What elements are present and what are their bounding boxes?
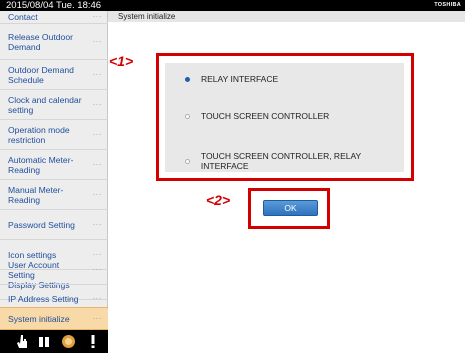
radio-selected-icon [185, 76, 190, 82]
sidebar-item-label: Release Outdoor Demand [8, 31, 73, 52]
option-touch-screen-controller[interactable]: TOUCH SCREEN CONTROLLER [185, 111, 329, 121]
sidebar-item-label: Automatic Meter-Reading [8, 154, 74, 175]
option-relay-interface[interactable]: RELAY INTERFACE [185, 74, 278, 84]
sidebar-item-contact[interactable]: Contact ··· [0, 11, 108, 24]
sidebar-item-clock-and-calendar[interactable]: Clock and calendar setting ··· [0, 90, 108, 120]
more-icon: ··· [92, 159, 102, 169]
radio-icon [185, 158, 190, 164]
sidebar-item-user-account-setting[interactable]: User Account Setting ··· [0, 255, 108, 285]
datetime: 2015/08/04 Tue. 18:46 [6, 0, 102, 11]
more-icon: ··· [92, 129, 102, 139]
more-icon: ··· [92, 313, 102, 323]
sidebar-item-password-setting[interactable]: Password Setting ··· [0, 210, 108, 240]
more-icon: ··· [92, 264, 102, 274]
brand-logo: TOSHIBA [434, 2, 461, 8]
sidebar-item-label: Outdoor Demand Schedule [8, 64, 74, 85]
sidebar-item-release-outdoor-demand[interactable]: Release Outdoor Demand ··· [0, 24, 108, 60]
alert-icon[interactable] [89, 334, 97, 349]
option-label: TOUCH SCREEN CONTROLLER, RELAY INTERFACE [200, 151, 362, 171]
sidebar-item-label: Clock and calendar setting [8, 94, 82, 115]
sidebar-item-label: IP Address Setting [8, 293, 79, 304]
sun-icon[interactable] [60, 334, 76, 349]
sidebar-item-manual-meter-reading[interactable]: Manual Meter-Reading ··· [0, 180, 108, 210]
ok-button[interactable]: OK [263, 200, 318, 216]
more-icon: ··· [92, 219, 102, 229]
more-icon: ··· [92, 69, 102, 79]
more-icon: ··· [92, 99, 102, 109]
callout-2: <2> [206, 192, 231, 208]
init-options-panel: RELAY INTERFACE TOUCH SCREEN CONTROLLER … [165, 63, 404, 172]
hand-pointer-icon[interactable] [16, 334, 28, 349]
status-bar: 2015/08/04 Tue. 18:46 TOSHIBA [0, 0, 465, 11]
sidebar-item-label: Manual Meter-Reading [8, 184, 64, 205]
more-icon: ··· [92, 189, 102, 199]
option-label: TOUCH SCREEN CONTROLLER [201, 111, 330, 121]
page-title-bar: System initialize [108, 11, 465, 22]
sidebar-item-system-initialize[interactable]: System initialize ··· [0, 307, 108, 330]
sidebar-item-label: System initialize [8, 313, 70, 324]
option-touch-screen-and-relay[interactable]: TOUCH SCREEN CONTROLLER, RELAY INTERFACE [185, 151, 404, 171]
sidebar-item-label: Contact [8, 12, 38, 22]
callout-1: <1> [109, 53, 134, 69]
sidebar-item-label: Password Setting [8, 219, 75, 230]
sidebar-item-label: Operation mode restriction [8, 124, 70, 145]
sidebar-item-outdoor-demand-schedule[interactable]: Outdoor Demand Schedule ··· [0, 60, 108, 90]
more-icon: ··· [92, 293, 102, 303]
option-label: RELAY INTERFACE [201, 74, 279, 84]
more-icon: ··· [92, 36, 102, 46]
book-icon[interactable] [38, 334, 50, 349]
bottom-toolbar [0, 330, 108, 353]
sidebar-item-automatic-meter-reading[interactable]: Automatic Meter-Reading ··· [0, 150, 108, 180]
more-icon: ··· [92, 12, 102, 21]
page-title: System initialize [118, 12, 176, 21]
radio-icon [185, 113, 190, 119]
sidebar-item-label: User Account Setting [8, 259, 60, 280]
sidebar-item-operation-mode-restriction[interactable]: Operation mode restriction ··· [0, 120, 108, 150]
